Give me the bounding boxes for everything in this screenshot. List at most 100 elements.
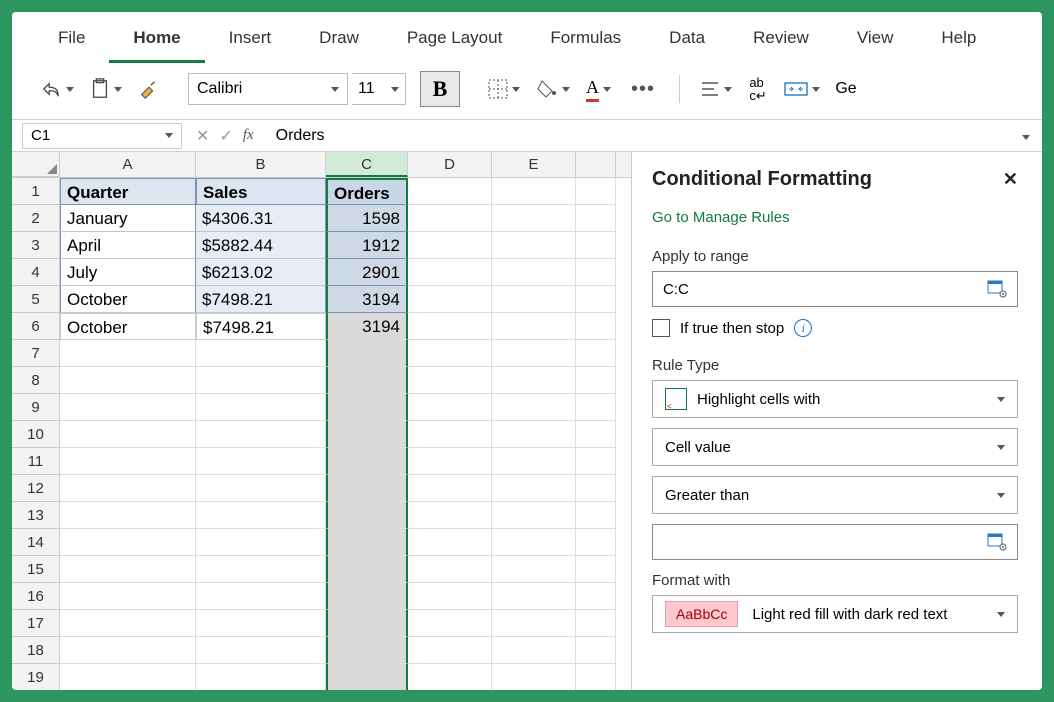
cell-C2[interactable]: 1598	[326, 205, 408, 232]
col-header-b[interactable]: B	[196, 152, 326, 177]
manage-rules-link[interactable]: Go to Manage Rules	[652, 209, 1018, 226]
range-picker-icon[interactable]	[987, 533, 1007, 551]
cell-D7[interactable]	[408, 340, 492, 367]
cell-B9[interactable]	[196, 394, 326, 421]
row-header[interactable]: 16	[12, 583, 60, 610]
cell-C6[interactable]: 3194	[326, 313, 408, 340]
tab-view[interactable]: View	[833, 20, 918, 63]
row-header[interactable]: 15	[12, 556, 60, 583]
cell-A19[interactable]	[60, 664, 196, 690]
cell-E13[interactable]	[492, 502, 576, 529]
row-header[interactable]: 12	[12, 475, 60, 502]
cell-C7[interactable]	[326, 340, 408, 367]
cell-D19[interactable]	[408, 664, 492, 690]
apply-range-input[interactable]: C:C	[652, 271, 1018, 307]
cell-F18[interactable]	[576, 637, 616, 664]
name-box[interactable]: C1	[22, 123, 182, 149]
cell-B3[interactable]: $5882.44	[196, 232, 326, 259]
paste-button[interactable]	[84, 73, 128, 105]
cell-C19[interactable]	[326, 664, 408, 690]
row-header[interactable]: 7	[12, 340, 60, 367]
cell-F5[interactable]	[576, 286, 616, 313]
tab-page-layout[interactable]: Page Layout	[383, 20, 526, 63]
select-all-button[interactable]	[12, 152, 60, 177]
cell-B13[interactable]	[196, 502, 326, 529]
font-size-select[interactable]: 11	[352, 73, 406, 105]
cell-F13[interactable]	[576, 502, 616, 529]
cell-C15[interactable]	[326, 556, 408, 583]
cell-E17[interactable]	[492, 610, 576, 637]
condition-target-select[interactable]: Cell value	[652, 428, 1018, 466]
cell-E10[interactable]	[492, 421, 576, 448]
more-options-button[interactable]: •••	[621, 78, 665, 101]
cell-A3[interactable]: April	[60, 232, 196, 259]
cell-C5[interactable]: 3194	[326, 286, 408, 313]
formula-expand-button[interactable]	[1006, 127, 1042, 145]
cell-E8[interactable]	[492, 367, 576, 394]
formula-input[interactable]: Orders	[268, 127, 1006, 145]
cell-F8[interactable]	[576, 367, 616, 394]
row-header[interactable]: 4	[12, 259, 60, 286]
number-format-button[interactable]: Ge	[830, 73, 862, 105]
cell-A4[interactable]: July	[60, 259, 196, 286]
borders-button[interactable]	[482, 73, 526, 105]
cell-D16[interactable]	[408, 583, 492, 610]
cell-D9[interactable]	[408, 394, 492, 421]
cell-B12[interactable]	[196, 475, 326, 502]
tab-draw[interactable]: Draw	[295, 20, 383, 63]
cell-E6[interactable]	[492, 313, 576, 340]
cancel-formula-icon[interactable]: ✕	[196, 126, 209, 146]
cell-D13[interactable]	[408, 502, 492, 529]
info-icon[interactable]: i	[794, 319, 812, 337]
cell-E19[interactable]	[492, 664, 576, 690]
cell-F10[interactable]	[576, 421, 616, 448]
cell-C3[interactable]: 1912	[326, 232, 408, 259]
cell-B1[interactable]: Sales	[196, 178, 326, 205]
cell-A18[interactable]	[60, 637, 196, 664]
cell-E11[interactable]	[492, 448, 576, 475]
cell-C9[interactable]	[326, 394, 408, 421]
cell-F3[interactable]	[576, 232, 616, 259]
cell-E18[interactable]	[492, 637, 576, 664]
stop-if-true-checkbox[interactable]	[652, 319, 670, 337]
cell-F7[interactable]	[576, 340, 616, 367]
cell-A12[interactable]	[60, 475, 196, 502]
cell-E3[interactable]	[492, 232, 576, 259]
tab-data[interactable]: Data	[645, 20, 729, 63]
cell-B2[interactable]: $4306.31	[196, 205, 326, 232]
cell-B4[interactable]: $6213.02	[196, 259, 326, 286]
cell-B15[interactable]	[196, 556, 326, 583]
cell-D17[interactable]	[408, 610, 492, 637]
cell-F15[interactable]	[576, 556, 616, 583]
row-header[interactable]: 9	[12, 394, 60, 421]
bold-button[interactable]: B	[420, 71, 460, 107]
cell-B19[interactable]	[196, 664, 326, 690]
cell-F14[interactable]	[576, 529, 616, 556]
cell-C13[interactable]	[326, 502, 408, 529]
cell-F16[interactable]	[576, 583, 616, 610]
cell-E16[interactable]	[492, 583, 576, 610]
cell-A16[interactable]	[60, 583, 196, 610]
cell-D11[interactable]	[408, 448, 492, 475]
cell-F2[interactable]	[576, 205, 616, 232]
col-header-a[interactable]: A	[60, 152, 196, 177]
cell-E15[interactable]	[492, 556, 576, 583]
cell-A15[interactable]	[60, 556, 196, 583]
cell-F6[interactable]	[576, 313, 616, 340]
cell-A17[interactable]	[60, 610, 196, 637]
row-header[interactable]: 1	[12, 178, 60, 205]
row-header[interactable]: 14	[12, 529, 60, 556]
cell-A7[interactable]	[60, 340, 196, 367]
cell-B18[interactable]	[196, 637, 326, 664]
cell-B10[interactable]	[196, 421, 326, 448]
fill-color-button[interactable]	[530, 73, 576, 105]
font-color-button[interactable]: A	[580, 73, 617, 105]
row-header[interactable]: 10	[12, 421, 60, 448]
tab-file[interactable]: File	[34, 20, 109, 63]
cell-F1[interactable]	[576, 178, 616, 205]
cell-A9[interactable]	[60, 394, 196, 421]
cell-E4[interactable]	[492, 259, 576, 286]
row-header[interactable]: 5	[12, 286, 60, 313]
cell-A8[interactable]	[60, 367, 196, 394]
cell-D6[interactable]	[408, 313, 492, 340]
